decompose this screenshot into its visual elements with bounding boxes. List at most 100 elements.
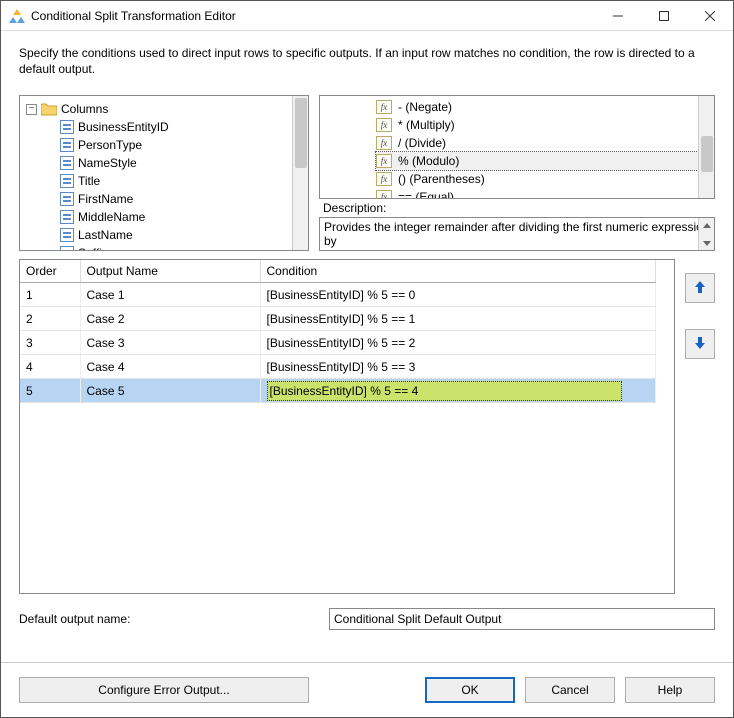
description-label: Description: [319, 199, 715, 217]
table-row[interactable]: 1Case 1 [BusinessEntityID] % 5 == 0 [20, 283, 656, 307]
function-label: == (Equal) [398, 188, 454, 199]
cell-output-name[interactable]: Case 4 [80, 355, 260, 379]
configure-error-output-button[interactable]: Configure Error Output... [19, 677, 309, 703]
tree-item[interactable]: MiddleName [60, 208, 302, 226]
cell-output-name[interactable]: Case 5 [80, 379, 260, 403]
scroll-down-icon[interactable] [699, 236, 714, 250]
cell-condition[interactable]: [BusinessEntityID] % 5 == 4 [260, 379, 656, 403]
column-icon [60, 120, 74, 134]
instruction-text: Specify the conditions used to direct in… [19, 45, 715, 77]
move-down-button[interactable] [685, 329, 715, 359]
app-icon [9, 8, 25, 24]
default-output-label: Default output name: [19, 612, 319, 626]
folder-icon [41, 102, 57, 116]
cell-order[interactable]: 4 [20, 355, 80, 379]
function-label: * (Multiply) [398, 116, 455, 134]
col-header-order[interactable]: Order [20, 260, 80, 283]
tree-item-label: Title [78, 172, 100, 190]
col-header-name[interactable]: Output Name [80, 260, 260, 283]
description-box: Provides the integer remainder after div… [319, 217, 715, 251]
scrollbar-thumb[interactable] [701, 136, 713, 172]
cell-condition[interactable]: [BusinessEntityID] % 5 == 0 [260, 283, 656, 307]
tree-item-label: MiddleName [78, 208, 145, 226]
cancel-button[interactable]: Cancel [525, 677, 615, 703]
tree-item[interactable]: FirstName [60, 190, 302, 208]
column-icon [60, 174, 74, 188]
maximize-button[interactable] [641, 1, 687, 30]
function-item[interactable]: fx* (Multiply) [376, 116, 710, 134]
scroll-up-icon[interactable] [699, 218, 714, 232]
collapse-icon[interactable]: − [26, 104, 37, 115]
scrollbar[interactable] [698, 218, 714, 250]
column-icon [60, 246, 74, 251]
tree-item[interactable]: LastName [60, 226, 302, 244]
function-label: - (Negate) [398, 98, 452, 116]
fx-icon: fx [376, 190, 392, 199]
tree-item-label: PersonType [78, 136, 142, 154]
scrollbar-thumb[interactable] [295, 98, 307, 168]
column-icon [60, 138, 74, 152]
table-row[interactable]: 3Case 3 [BusinessEntityID] % 5 == 2 [20, 331, 656, 355]
ok-button[interactable]: OK [425, 677, 515, 703]
conditions-grid[interactable]: Order Output Name Condition 1Case 1 [Busi… [19, 259, 675, 594]
tree-item[interactable]: NameStyle [60, 154, 302, 172]
tree-item-label: BusinessEntityID [78, 118, 169, 136]
cell-order[interactable]: 5 [20, 379, 80, 403]
fx-icon: fx [376, 100, 392, 114]
scrollbar[interactable] [698, 96, 714, 198]
tree-item-label: Suffix [78, 244, 108, 251]
condition-text: [BusinessEntityID] % 5 == 1 [267, 312, 416, 326]
arrow-down-icon [694, 336, 706, 353]
cell-output-name[interactable]: Case 2 [80, 307, 260, 331]
table-row[interactable]: 5Case 5 [BusinessEntityID] % 5 == 4 [20, 379, 656, 403]
cell-condition[interactable]: [BusinessEntityID] % 5 == 1 [260, 307, 656, 331]
col-header-condition[interactable]: Condition [260, 260, 656, 283]
condition-text: [BusinessEntityID] % 5 == 0 [267, 288, 416, 302]
column-icon [60, 156, 74, 170]
default-output-input[interactable] [329, 608, 715, 630]
function-item[interactable]: fx == (Equal) [376, 188, 710, 199]
condition-text: [BusinessEntityID] % 5 == 2 [267, 336, 416, 350]
column-icon [60, 228, 74, 242]
functions-pane[interactable]: fx- (Negate)fx* (Multiply)fx/ (Divide)fx… [319, 95, 715, 199]
window-controls [595, 1, 733, 30]
window: Conditional Split Transformation Editor … [0, 0, 734, 718]
tree-root[interactable]: − Columns [26, 100, 302, 118]
fx-icon: fx [376, 136, 392, 150]
function-item[interactable]: fx () (Parentheses) [376, 170, 710, 188]
condition-text: [BusinessEntityID] % 5 == 3 [267, 360, 416, 374]
cell-order[interactable]: 1 [20, 283, 80, 307]
column-icon [60, 210, 74, 224]
minimize-button[interactable] [595, 1, 641, 30]
tree-item-label: NameStyle [78, 154, 137, 172]
cell-condition[interactable]: [BusinessEntityID] % 5 == 3 [260, 355, 656, 379]
cell-order[interactable]: 3 [20, 331, 80, 355]
cell-condition[interactable]: [BusinessEntityID] % 5 == 2 [260, 331, 656, 355]
function-item[interactable]: fx % (Modulo) [376, 152, 710, 170]
function-item[interactable]: fx - (Negate) [376, 98, 710, 116]
tree-item[interactable]: Title [60, 172, 302, 190]
function-item[interactable]: fx / (Divide) [376, 134, 710, 152]
table-row[interactable]: 4Case 4 [BusinessEntityID] % 5 == 3 [20, 355, 656, 379]
fx-icon: fx [376, 154, 392, 168]
titlebar: Conditional Split Transformation Editor [1, 1, 733, 31]
help-button[interactable]: Help [625, 677, 715, 703]
tree-item[interactable]: Suffix [60, 244, 302, 251]
close-button[interactable] [687, 1, 733, 30]
cell-output-name[interactable]: Case 3 [80, 331, 260, 355]
scrollbar[interactable] [292, 96, 308, 250]
tree-item[interactable]: PersonType [60, 136, 302, 154]
table-row[interactable]: 2Case 2 [BusinessEntityID] % 5 == 1 [20, 307, 656, 331]
cell-output-name[interactable]: Case 1 [80, 283, 260, 307]
columns-tree-pane[interactable]: − Columns BusinessEntityIDPersonTypeName… [19, 95, 309, 251]
window-title: Conditional Split Transformation Editor [31, 9, 595, 23]
function-label: / (Divide) [398, 134, 446, 152]
function-label: % (Modulo) [398, 152, 459, 170]
cell-order[interactable]: 2 [20, 307, 80, 331]
move-up-button[interactable] [685, 273, 715, 303]
tree-item[interactable]: BusinessEntityID [60, 118, 302, 136]
description-text: Provides the integer remainder after div… [324, 220, 710, 248]
function-label: () (Parentheses) [398, 170, 485, 188]
fx-icon: fx [376, 172, 392, 186]
condition-editor[interactable]: [BusinessEntityID] % 5 == 4 [267, 381, 622, 401]
